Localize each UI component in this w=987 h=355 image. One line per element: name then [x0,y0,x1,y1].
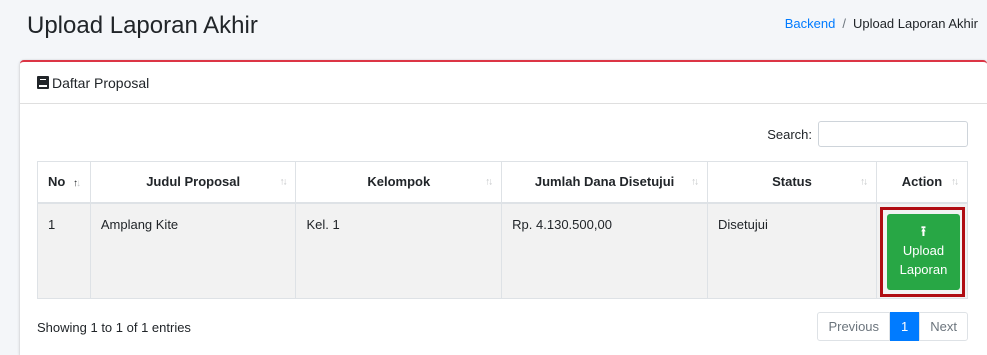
column-header-dana[interactable]: Jumlah Dana Disetujui ↑↓ [501,161,709,204]
pagination-next[interactable]: Next [919,312,968,341]
cell-status: Disetujui [707,202,877,299]
table-info: Showing 1 to 1 of 1 entries [37,320,191,335]
proposal-card: Daftar Proposal Search: No ↑↓ Judul Prop… [20,60,987,355]
cell-action: ⭱ Upload Laporan [875,202,969,299]
cell-no: 1 [37,202,91,299]
book-icon [37,76,49,89]
upload-icon: ⭱ [921,223,926,239]
search-wrap: Search: [767,121,968,147]
pagination-previous[interactable]: Previous [817,312,891,341]
breadcrumb-active: Upload Laporan Akhir [852,16,978,31]
breadcrumb-separator: / [842,16,846,31]
sort-icon: ↑↓ [951,176,959,188]
column-header-judul[interactable]: Judul Proposal ↑↓ [89,161,297,204]
cell-judul: Amplang Kite [89,202,297,299]
proposal-table: No ↑↓ Judul Proposal ↑↓ Kelompok ↑↓ Juml… [37,161,969,299]
card-header: Daftar Proposal [20,62,987,104]
column-header-status[interactable]: Status ↑↓ [707,161,877,204]
card-title: Daftar Proposal [52,74,150,91]
sort-icon: ↑↓ [859,176,868,188]
sort-icon: ↑↓ [279,176,287,188]
breadcrumb: Backend / Upload Laporan Akhir [785,16,978,31]
search-label: Search: [767,126,812,142]
page-title: Upload Laporan Akhir [27,12,258,39]
column-header-action[interactable]: Action ↑↓ [875,161,969,204]
highlight-box: ⭱ Upload Laporan [879,206,965,297]
table-row: 1 Amplang Kite Kel. 1 Rp. 4.130.500,00 D… [37,202,969,299]
upload-laporan-button[interactable]: ⭱ Upload Laporan [886,213,960,290]
sort-icon: ↑↓ [691,176,699,188]
cell-kelompok: Kel. 1 [295,202,503,299]
sort-icon: ↑↓ [72,178,81,190]
column-header-kelompok[interactable]: Kelompok ↑↓ [295,161,503,204]
upload-button-label: Upload Laporan [899,243,948,277]
pagination-page-1[interactable]: 1 [890,312,920,341]
pagination: Previous 1 Next [817,312,968,341]
table-header-row: No ↑↓ Judul Proposal ↑↓ Kelompok ↑↓ Juml… [37,161,969,204]
column-header-no[interactable]: No ↑↓ [37,161,91,204]
sort-icon: ↑↓ [485,176,493,188]
search-input[interactable] [818,121,968,147]
cell-dana: Rp. 4.130.500,00 [501,202,709,299]
breadcrumb-backend-link[interactable]: Backend [785,16,836,31]
